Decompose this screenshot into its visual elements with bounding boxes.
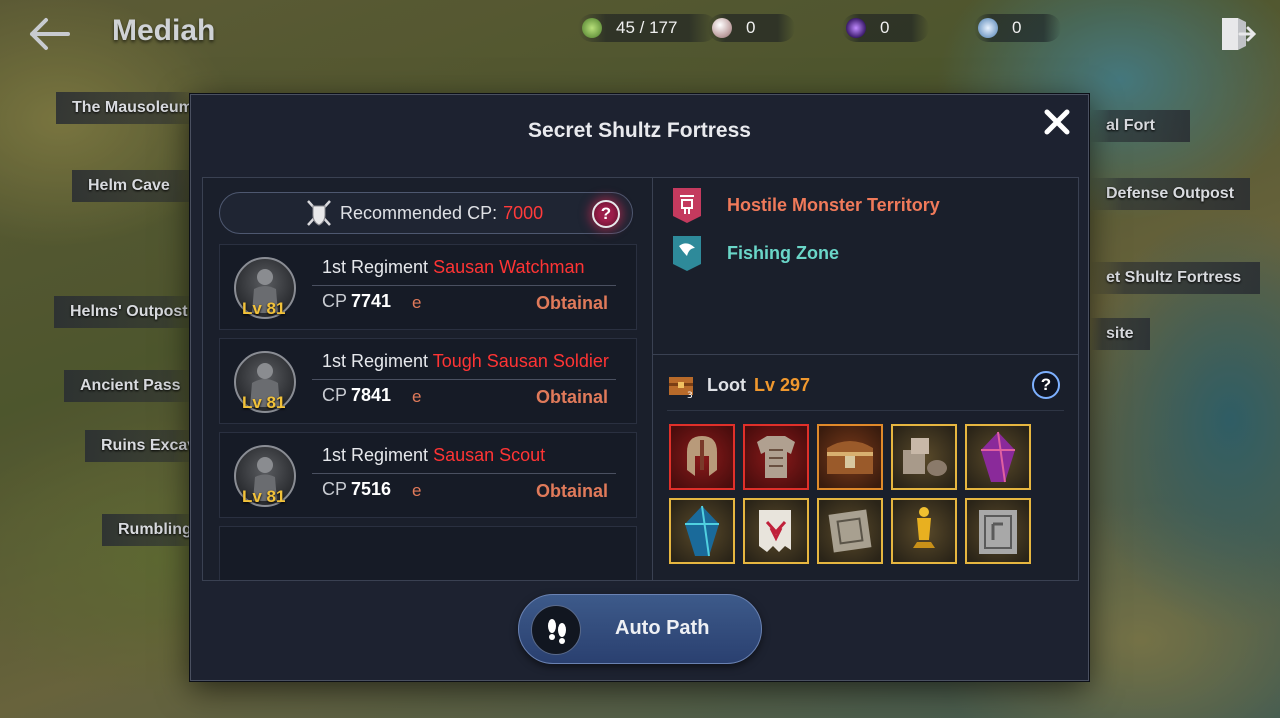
dialog-content: Recommended CP: 7000 ? Lv 81 1st Regimen… (202, 177, 1079, 581)
monster-row[interactable]: Lv 81 1st Regiment Sausan Watchman CP 774… (219, 244, 637, 330)
recommended-cp-value: 7000 (503, 202, 544, 223)
loot-level: Lv 297 (753, 374, 811, 395)
golden-trophy-icon[interactable] (891, 498, 957, 564)
zone-label: Hostile Monster Territory (727, 194, 940, 215)
close-icon[interactable] (1042, 107, 1072, 137)
exit-door-icon[interactable] (1218, 14, 1258, 54)
row-divider (312, 473, 616, 474)
helmet-icon[interactable] (669, 424, 735, 490)
map-label-helm-cave[interactable]: Helm Cave (72, 170, 202, 202)
auto-path-label: Auto Path (615, 617, 710, 639)
monster-row[interactable]: Lv 81 1st Regiment Tough Sausan Soldier … (219, 338, 637, 424)
energy-value: 45 / 177 (616, 18, 678, 37)
map-label-shultz-fortress[interactable]: et Shultz Fortress (1090, 262, 1260, 294)
book-icon[interactable] (965, 498, 1031, 564)
monster-cp: CP 7516 (322, 479, 392, 499)
treasure-chest-icon[interactable] (817, 424, 883, 490)
materials-icon[interactable] (891, 424, 957, 490)
map-label-helms-outpost[interactable]: Helms' Outpost (54, 296, 194, 328)
map-label-mausoleum[interactable]: The Mausoleum (56, 92, 196, 124)
svg-text:3: 3 (687, 391, 693, 399)
loot-divider (667, 410, 1064, 411)
map-label-ruins-excavation[interactable]: Ruins Excava (85, 430, 205, 462)
monster-name: 1st Regiment Sausan Scout (322, 445, 546, 465)
map-label-defense-outpost[interactable]: Defense Outpost (1090, 178, 1250, 210)
footprints-icon (531, 605, 581, 655)
row-divider (312, 285, 616, 286)
recommended-cp-bar: Recommended CP: 7000 ? (219, 192, 633, 234)
truncated-text: e (412, 387, 422, 406)
zone-fishing: Fishing Zone (671, 234, 839, 272)
monster-name: 1st Regiment Tough Sausan Soldier (322, 351, 609, 371)
back-arrow-icon[interactable] (24, 14, 72, 54)
currency-silver: 0 (974, 14, 1062, 42)
zone-label: Fishing Zone (727, 242, 839, 263)
monster-row[interactable]: Lv 81 1st Regiment Sausan Scout CP 7516 e… (219, 432, 637, 518)
scroll-icon[interactable] (743, 498, 809, 564)
blue-crystal-icon[interactable] (669, 498, 735, 564)
monster-level: Lv 81 (242, 299, 286, 318)
map-label-fort[interactable]: al Fort (1090, 110, 1190, 142)
purple-gem-value: 0 (880, 18, 890, 37)
map-label-ancient-pass[interactable]: Ancient Pass (64, 370, 194, 402)
monster-level: Lv 81 (242, 393, 286, 412)
loot-label: Loot (707, 374, 746, 395)
obtainable-status: Obtainal (536, 387, 609, 407)
map-label-site[interactable]: site (1090, 318, 1150, 350)
monster-cp: CP 7741 (322, 291, 392, 311)
location-dialog: Secret Shultz Fortress Recommended CP: 7… (190, 94, 1089, 681)
currency-pearl: 0 (708, 14, 796, 42)
dialog-title: Secret Shultz Fortress (528, 119, 751, 142)
zone-hostile-territory: Hostile Monster Territory (671, 186, 940, 224)
crossed-swords-shield-icon (304, 198, 334, 228)
obtainable-status: Obtainal (536, 481, 609, 501)
armor-icon[interactable] (743, 424, 809, 490)
loot-header: 3 Loot Lv 297 (667, 370, 811, 401)
truncated-text: e (412, 293, 422, 312)
hostile-monster-icon (671, 186, 703, 224)
silver-coin-icon (978, 18, 998, 38)
purple-crystal-icon[interactable] (965, 424, 1031, 490)
currency-purple-gem: 0 (842, 14, 930, 42)
map-label-rumbling[interactable]: Rumbling (102, 514, 194, 546)
help-icon[interactable]: ? (592, 200, 620, 228)
location-info-pane: Hostile Monster Territory Fishing Zone 3… (653, 178, 1078, 580)
recommended-cp-label: Recommended CP: (340, 202, 498, 223)
monster-list-pane[interactable]: Recommended CP: 7000 ? Lv 81 1st Regimen… (203, 178, 653, 580)
row-divider (312, 379, 616, 380)
stone-tablet-icon[interactable] (817, 498, 883, 564)
loot-grid (669, 424, 1039, 564)
loot-chest-icon: 3 (667, 371, 695, 401)
truncated-text: e (412, 481, 422, 500)
loot-help-icon[interactable]: ? (1032, 371, 1060, 399)
pane-divider (653, 354, 1078, 355)
silver-value: 0 (1012, 18, 1022, 37)
currency-energy: 45 / 177 (578, 14, 718, 42)
energy-icon (582, 18, 602, 38)
region-title: Mediah (112, 14, 216, 47)
monster-cp: CP 7841 (322, 385, 392, 405)
monster-level: Lv 81 (242, 487, 286, 506)
purple-gem-icon (846, 18, 866, 38)
pearl-value: 0 (746, 18, 756, 37)
obtainable-status: Obtainal (536, 293, 609, 313)
monster-name: 1st Regiment Sausan Watchman (322, 257, 585, 277)
pearl-icon (712, 18, 732, 38)
auto-path-button[interactable]: Auto Path (518, 594, 762, 664)
monster-row[interactable] (219, 526, 637, 580)
fishing-icon (671, 234, 703, 272)
